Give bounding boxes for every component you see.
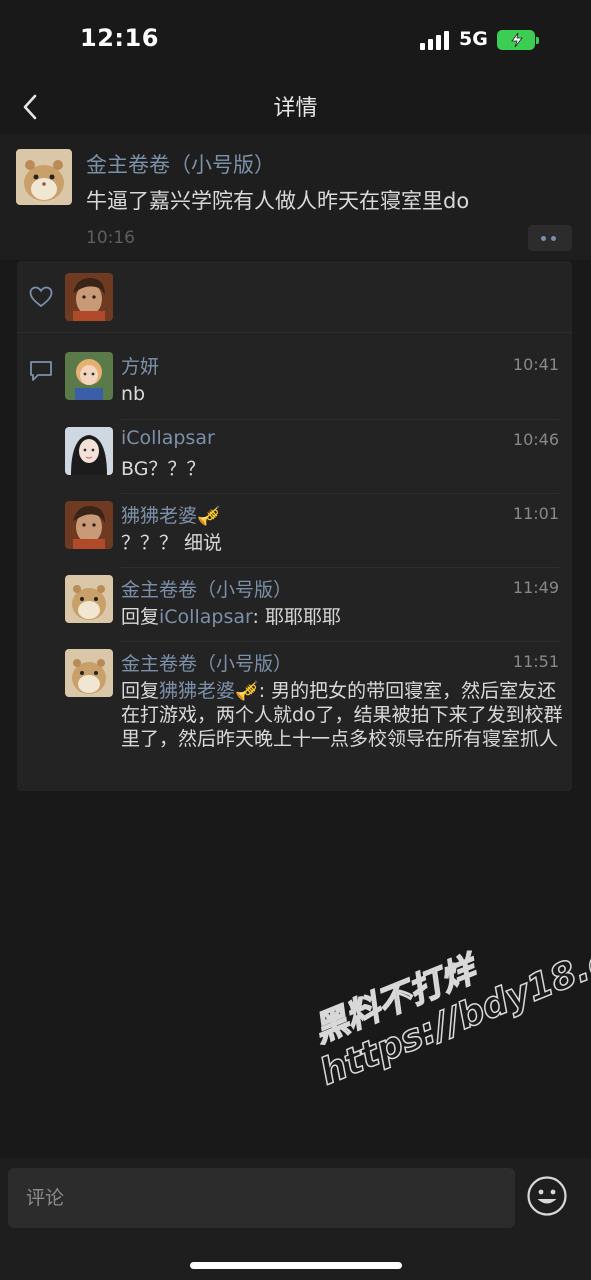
more-button[interactable] — [528, 225, 572, 251]
signal-icon — [420, 30, 450, 50]
comment-icon — [29, 360, 53, 386]
comment-item[interactable]: 金主卷卷（小号版） 11:51 回复狒狒老婆🎺: 男的把女的带回寝室，然后室友还… — [65, 649, 563, 779]
commenter-name[interactable]: 方妍 — [121, 352, 159, 379]
divider — [121, 419, 559, 420]
comment-item[interactable]: 金主卷卷（小号版） 11:49 回复iCollapsar: 耶耶耶耶 — [65, 575, 559, 635]
likes-row — [17, 261, 572, 333]
page-title: 详情 — [273, 96, 318, 121]
comment-item[interactable]: iCollapsar 10:46 BG？？？ — [65, 427, 559, 487]
reply-to-name[interactable]: 狒狒老婆🎺 — [159, 680, 259, 702]
divider — [121, 567, 559, 568]
commenter-name[interactable]: 金主卷卷（小号版） — [121, 575, 292, 602]
like-avatar[interactable] — [65, 273, 113, 321]
reply-to-name[interactable]: iCollapsar — [159, 606, 252, 628]
comment-time: 11:51 — [512, 652, 559, 671]
emoji-icon[interactable] — [526, 1175, 568, 1217]
reply-body: : 耶耶耶耶 — [252, 606, 341, 628]
comment-input[interactable] — [8, 1168, 515, 1228]
comment-time: 10:46 — [512, 430, 559, 449]
heart-icon — [29, 286, 53, 312]
commenter-name[interactable]: iCollapsar — [121, 427, 215, 449]
watermark: 黑料不打烊 https://bdy18.co — [296, 885, 591, 1094]
battery-icon — [497, 30, 539, 50]
status-bar: 12:16 5G — [0, 0, 591, 80]
commenter-name[interactable]: 金主卷卷（小号版） — [121, 649, 292, 676]
comment-time: 11:49 — [512, 578, 559, 597]
author-avatar[interactable] — [16, 149, 72, 205]
commenter-avatar[interactable] — [65, 427, 113, 475]
commenter-avatar[interactable] — [65, 501, 113, 549]
post-time: 10:16 — [86, 228, 135, 248]
interaction-panel: 方妍 10:41 nb iCollapsar 10:46 BG？？？ 狒狒老婆🎺… — [17, 261, 572, 791]
comment-time: 11:01 — [512, 504, 559, 523]
divider — [121, 493, 559, 494]
comment-item[interactable]: 狒狒老婆🎺 11:01 ？？？ 细说 — [65, 501, 559, 561]
reply-prefix: 回复 — [121, 606, 160, 628]
nav-bar: 详情 — [0, 80, 591, 134]
commenter-avatar[interactable] — [65, 575, 113, 623]
home-indicator — [190, 1262, 402, 1269]
post-text: 牛逼了嘉兴学院有人做人昨天在寝室里do — [86, 189, 470, 213]
comment-text: nb — [121, 383, 146, 405]
commenter-name[interactable]: 狒狒老婆🎺 — [121, 501, 221, 528]
author-name[interactable]: 金主卷卷（小号版） — [86, 149, 275, 179]
comment-text: 回复狒狒老婆🎺: 男的把女的带回寝室，然后室友还在打游戏，两个人就do了，结果被… — [121, 679, 563, 751]
divider — [121, 641, 559, 642]
comment-text: 回复iCollapsar: 耶耶耶耶 — [121, 605, 563, 629]
network-type: 5G — [459, 28, 488, 50]
comment-bar — [0, 1158, 591, 1280]
status-time: 12:16 — [80, 24, 159, 52]
commenter-avatar[interactable] — [65, 649, 113, 697]
reply-prefix: 回复 — [121, 680, 160, 702]
comment-time: 10:41 — [512, 355, 559, 374]
comment-text: ？？？ 细说 — [121, 532, 223, 554]
comment-text: BG？？？ — [121, 458, 206, 480]
moment-post: 金主卷卷（小号版） 牛逼了嘉兴学院有人做人昨天在寝室里do 10:16 — [0, 134, 591, 260]
commenter-avatar[interactable] — [65, 352, 113, 400]
comment-item[interactable]: 方妍 10:41 nb — [65, 352, 559, 412]
